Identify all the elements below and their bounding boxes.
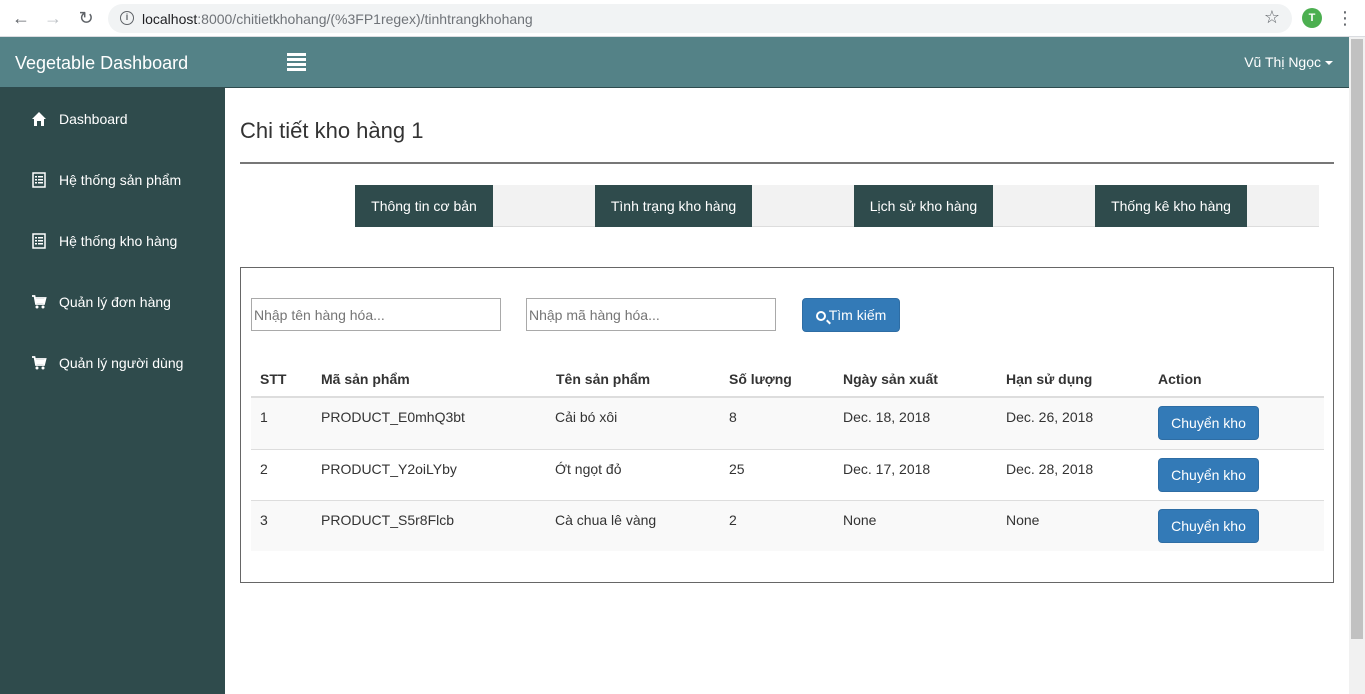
- cell-stt: 3: [260, 512, 268, 528]
- table-header: STT Mã sản phẩm Tên sản phẩm Số lượng Ng…: [251, 363, 1324, 398]
- cell-qty: 2: [729, 512, 737, 528]
- product-name-search-input[interactable]: [251, 298, 501, 331]
- table-row: 1 PRODUCT_E0mhQ3bt Cải bó xôi 8 Dec. 18,…: [251, 398, 1324, 449]
- column-header: Mã sản phẩm: [321, 371, 410, 387]
- forward-icon[interactable]: →: [41, 6, 65, 30]
- bookmark-star-icon[interactable]: ☆: [1264, 7, 1280, 28]
- cell-stt: 2: [260, 461, 268, 477]
- sidebar-item-label: Hệ thống kho hàng: [59, 233, 178, 249]
- title-divider: [240, 162, 1334, 164]
- page-title: Chi tiết kho hàng 1: [240, 118, 424, 143]
- transfer-button[interactable]: Chuyển kho: [1158, 406, 1259, 440]
- home-icon: [32, 112, 46, 126]
- cell-name: Cải bó xôi: [555, 409, 618, 425]
- sidebar-item-label: Quản lý người dùng: [59, 355, 184, 371]
- search-button-label: Tìm kiếm: [828, 307, 887, 323]
- product-code-search-input[interactable]: [526, 298, 776, 331]
- column-header: Số lượng: [729, 371, 792, 387]
- cell-name: Ớt ngọt đỏ: [555, 461, 622, 477]
- table-row: 2 PRODUCT_Y2oiLYby Ớt ngọt đỏ 25 Dec. 17…: [251, 449, 1324, 500]
- cell-code: PRODUCT_Y2oiLYby: [321, 461, 457, 477]
- cell-exp-date: Dec. 26, 2018: [1006, 409, 1094, 425]
- tab-bar: Thông tin cơ bản Tình trạng kho hàng Lịc…: [355, 185, 1319, 227]
- sidebar-item-label: Hệ thống sản phẩm: [59, 172, 182, 188]
- back-icon[interactable]: ←: [9, 6, 33, 30]
- page-scrollbar[interactable]: [1349, 37, 1365, 694]
- stock-panel: Tìm kiếm STT Mã sản phẩm Tên sản phẩm Số…: [240, 267, 1334, 583]
- cell-mfg-date: None: [843, 512, 877, 528]
- cart-icon: [32, 356, 47, 370]
- cell-exp-date: None: [1006, 512, 1040, 528]
- sidebar-item-label: Quản lý đơn hàng: [59, 294, 171, 310]
- list-icon: [32, 172, 46, 188]
- browser-menu-icon[interactable]: ⋮: [1336, 6, 1354, 30]
- column-header: STT: [260, 371, 287, 387]
- search-icon: [815, 311, 826, 321]
- user-dropdown[interactable]: Vũ Thị Ngọc: [1244, 54, 1333, 70]
- stock-table: STT Mã sản phẩm Tên sản phẩm Số lượng Ng…: [251, 363, 1324, 551]
- url-text[interactable]: localhost:8000/chitietkhohang/(%3FP1rege…: [142, 11, 533, 27]
- url-path: :8000/chitietkhohang/(%3FP1regex)/tinhtr…: [197, 11, 533, 27]
- cell-code: PRODUCT_S5r8Flcb: [321, 512, 455, 528]
- cell-name: Cà chua lê vàng: [555, 512, 657, 528]
- transfer-button[interactable]: Chuyển kho: [1158, 509, 1259, 543]
- column-header: Ngày sản xuất: [843, 371, 938, 387]
- tab-warehouse-stats[interactable]: Thống kê kho hàng: [1095, 185, 1247, 227]
- profile-avatar[interactable]: T: [1302, 8, 1322, 28]
- url-host: localhost: [142, 11, 198, 27]
- caret-down-icon: [1325, 61, 1333, 66]
- menu-toggle-icon[interactable]: [287, 53, 306, 71]
- cell-code: PRODUCT_E0mhQ3bt: [321, 409, 465, 425]
- cell-exp-date: Dec. 28, 2018: [1006, 461, 1094, 477]
- search-button[interactable]: Tìm kiếm: [802, 298, 900, 332]
- app-header: Vegetable Dashboard Vũ Thị Ngọc: [0, 37, 1349, 88]
- user-name: Vũ Thị Ngọc: [1244, 54, 1321, 70]
- cell-mfg-date: Dec. 17, 2018: [843, 461, 931, 477]
- sidebar: Dashboard Hệ thống sản phẩm Hệ thống kho…: [0, 88, 225, 694]
- cart-icon: [32, 295, 47, 309]
- column-header: Action: [1158, 371, 1202, 387]
- reload-icon[interactable]: ↻: [74, 6, 98, 30]
- scrollbar-thumb[interactable]: [1351, 39, 1363, 639]
- cell-stt: 1: [260, 409, 268, 425]
- main-content: Chi tiết kho hàng 1 Thông tin cơ bản Tìn…: [225, 88, 1349, 694]
- table-row: 3 PRODUCT_S5r8Flcb Cà chua lê vàng 2 Non…: [251, 500, 1324, 551]
- cell-qty: 25: [729, 461, 745, 477]
- transfer-button[interactable]: Chuyển kho: [1158, 458, 1259, 492]
- column-header: Hạn sử dụng: [1006, 371, 1093, 387]
- tab-warehouse-status[interactable]: Tình trạng kho hàng: [595, 185, 752, 227]
- tab-basic-info[interactable]: Thông tin cơ bản: [355, 185, 493, 227]
- list-icon: [32, 233, 46, 249]
- address-bar[interactable]: i localhost:8000/chitietkhohang/(%3FP1re…: [108, 4, 1292, 33]
- browser-toolbar: ← → ↻ i localhost:8000/chitietkhohang/(%…: [0, 0, 1365, 37]
- tab-warehouse-history[interactable]: Lịch sử kho hàng: [854, 185, 993, 227]
- cell-mfg-date: Dec. 18, 2018: [843, 409, 931, 425]
- sidebar-item-products[interactable]: Hệ thống sản phẩm: [0, 161, 225, 201]
- sidebar-item-users[interactable]: Quản lý người dùng: [0, 344, 225, 384]
- info-icon[interactable]: i: [120, 11, 134, 25]
- sidebar-item-label: Dashboard: [59, 111, 128, 127]
- sidebar-item-orders[interactable]: Quản lý đơn hàng: [0, 283, 225, 323]
- sidebar-item-warehouses[interactable]: Hệ thống kho hàng: [0, 222, 225, 262]
- brand-title[interactable]: Vegetable Dashboard: [15, 53, 188, 74]
- column-header: Tên sản phẩm: [556, 371, 651, 387]
- cell-qty: 8: [729, 409, 737, 425]
- sidebar-item-dashboard[interactable]: Dashboard: [0, 100, 225, 140]
